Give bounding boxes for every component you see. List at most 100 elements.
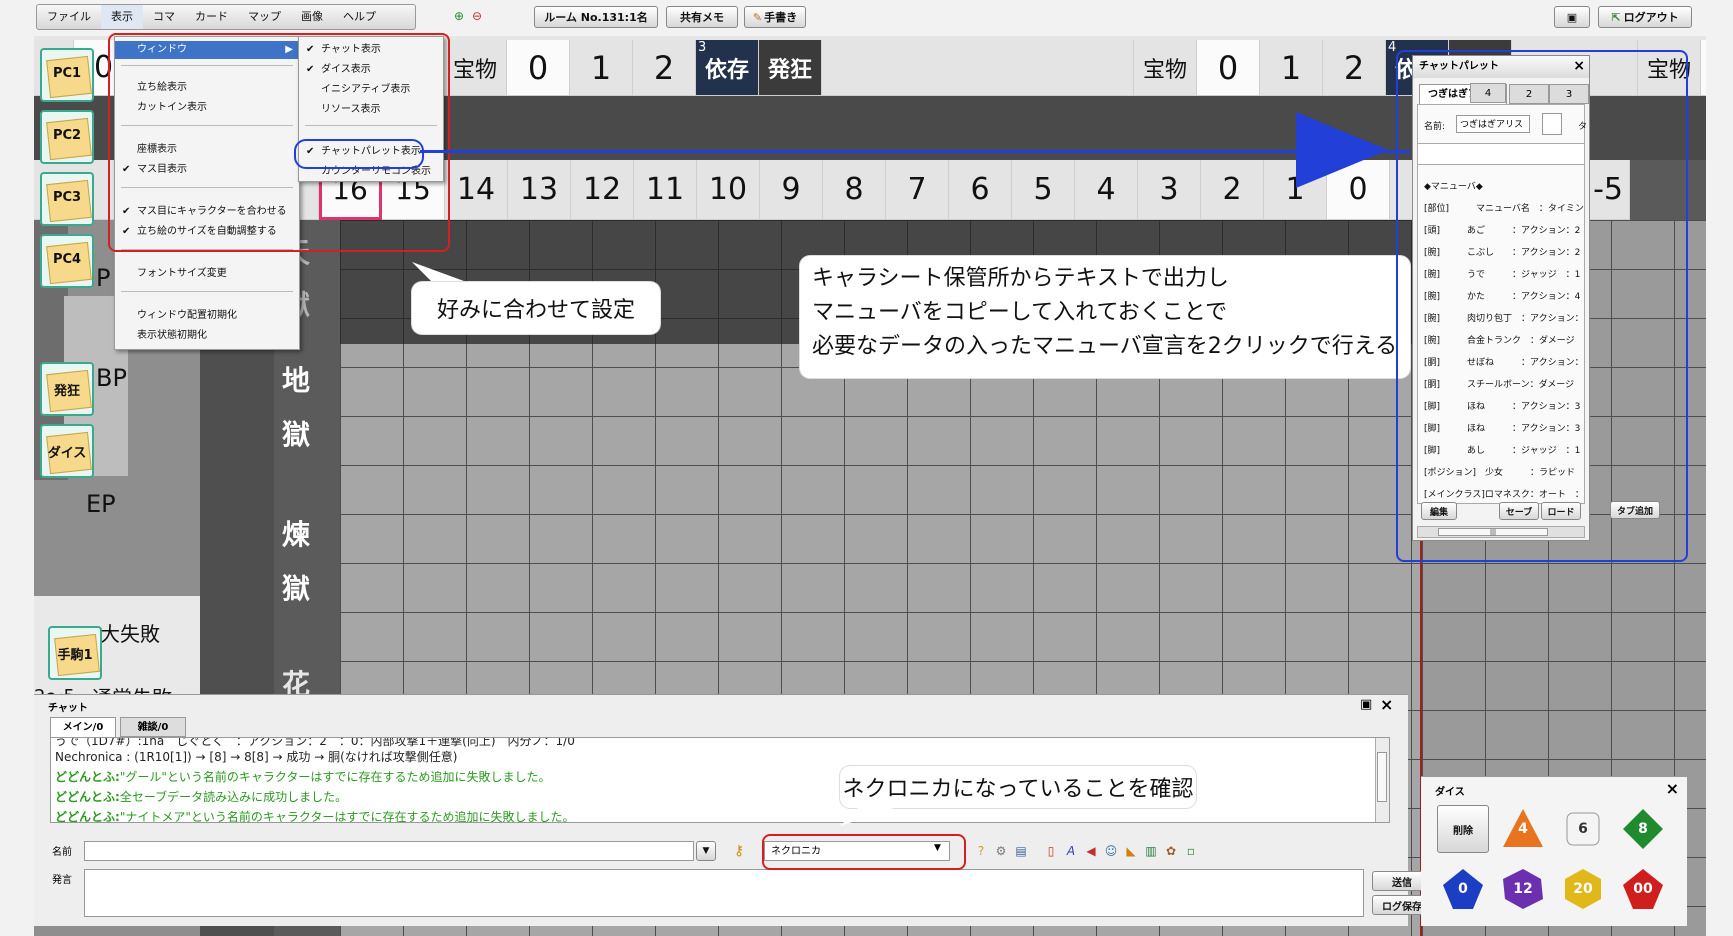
d20-icon[interactable]: 20 <box>1561 867 1605 911</box>
palette-addtab-button[interactable]: タブ追加 <box>1610 501 1660 519</box>
scroll-thumb[interactable]: ||| <box>1438 528 1548 536</box>
count-cell: 12 <box>571 160 634 220</box>
count-cell: 10 <box>697 160 760 220</box>
count-cell: 8 <box>823 160 886 220</box>
palette-edit-button[interactable]: 編集 <box>1421 502 1457 520</box>
count-cell: 4 <box>1075 160 1138 220</box>
menu-item-reset-view[interactable]: 表示状態初期化 <box>115 327 299 345</box>
piece-tegoma1[interactable]: 手駒1 <box>48 626 102 680</box>
gear-icon[interactable]: ⚙ <box>994 844 1008 858</box>
row-label-p: P <box>96 264 111 292</box>
menu-file[interactable]: ファイル <box>37 5 101 29</box>
shared-memo-button[interactable]: 共有メモ <box>666 6 738 28</box>
treasure-cell: 宝物 <box>444 40 507 96</box>
menu-item-font-size[interactable]: フォントサイズ変更 <box>115 265 299 283</box>
chat-tab-main[interactable]: メイン/0 <box>50 717 116 737</box>
chat-scroll-thumb[interactable] <box>1377 752 1387 802</box>
camera-button[interactable]: ▣ <box>1554 6 1590 28</box>
chat-name-dropdown-button[interactable]: ▼ <box>696 841 716 861</box>
palette-name-suffix: タ <box>1578 122 1588 132</box>
speaker-icon[interactable]: ◀ <box>1084 844 1098 858</box>
palette-h-scrollbar[interactable]: ||| <box>1417 526 1585 538</box>
menu-view[interactable]: 表示 <box>101 5 143 29</box>
palette-load-button[interactable]: ロード <box>1541 502 1581 520</box>
palette-tab-4[interactable]: 4 <box>1470 83 1506 103</box>
chat-name-input[interactable] <box>84 841 694 861</box>
palette-line[interactable]: [脚] あし ：ジャッジ ：1 ：0 <box>1424 443 1584 456</box>
export-icon[interactable]: ▫ <box>1184 844 1198 858</box>
palette-line[interactable]: [メインクラス]ロマネスク：オート ：なし ：自 <box>1424 487 1584 500</box>
piece-pc3[interactable]: PC3 <box>40 172 94 226</box>
d12-icon[interactable]: 12 <box>1501 867 1545 911</box>
key-icon[interactable]: ⚷ <box>734 843 744 859</box>
piece-pc2[interactable]: PC2 <box>40 110 94 164</box>
menu-item-reset-window[interactable]: ウィンドウ配置初期化 <box>115 307 299 325</box>
palette-line[interactable]: [腕] 肉切り包丁 ：アクション：2 ：0 <box>1424 311 1584 324</box>
palette-input[interactable] <box>1418 143 1584 165</box>
zoom-out-icon[interactable]: ⊖ <box>470 9 484 23</box>
palette-close-icon[interactable]: × <box>1573 58 1585 74</box>
user-icon[interactable]: ☺ <box>1104 844 1118 858</box>
zoom-in-icon[interactable]: ⊕ <box>452 9 466 23</box>
piece-pc1[interactable]: PC1 <box>40 48 94 102</box>
menu-image[interactable]: 画像 <box>291 5 333 29</box>
chat-close-icon[interactable]: × <box>1380 695 1393 714</box>
dice-delete-button[interactable]: 削除 <box>1437 805 1489 853</box>
palette-save-button[interactable]: セーブ <box>1499 502 1539 520</box>
d4-icon[interactable]: 4 <box>1501 807 1545 851</box>
menu-help[interactable]: ヘルプ <box>333 5 386 29</box>
menu-piece[interactable]: コマ <box>143 5 185 29</box>
chat-scrollbar[interactable] <box>1375 738 1389 822</box>
document-icon[interactable]: ▯ <box>1044 844 1058 858</box>
chat-message-input[interactable] <box>84 869 1364 917</box>
handwrite-button[interactable]: ✎ 手書き <box>744 6 806 28</box>
row-label-ep: EP <box>86 490 116 518</box>
font-icon[interactable]: A <box>1064 844 1078 858</box>
palette-tab-2[interactable]: 2 <box>1509 84 1549 104</box>
number-cell: 2 <box>1323 40 1386 96</box>
d100-icon[interactable]: 00 <box>1621 867 1665 911</box>
piece-hakkyo[interactable]: 発狂 <box>40 362 94 416</box>
palette-line[interactable]: [部位] マニューバ名 ：タイミング：コスト：射 <box>1424 201 1584 214</box>
palette-list[interactable]: ◆マニューバ◆ [部位] マニューバ名 ：タイミング：コスト：射 [頭] あご … <box>1418 171 1584 501</box>
piece-dice[interactable]: ダイス <box>40 424 94 478</box>
palette-line[interactable]: [脚] ほね ：アクション：3 ：自身 <box>1424 421 1584 434</box>
camera-icon: ▣ <box>1566 10 1578 24</box>
film-icon[interactable]: ▥ <box>1144 844 1158 858</box>
piece-pc4[interactable]: PC4 <box>40 234 94 288</box>
zoom-icons[interactable]: ⊕ ⊖ <box>450 5 490 27</box>
room-button[interactable]: ルーム No.131:1名 <box>534 6 658 28</box>
number-cell: 1 <box>570 40 633 96</box>
chat-title: チャット <box>48 703 88 714</box>
palette-line[interactable]: [腕] こぶし ：アクション：2 ：0 <box>1424 245 1584 258</box>
palette-line[interactable]: [腕] 合金トランク ：ダメージ ：0 ：自 <box>1424 333 1584 346</box>
paint-icon[interactable]: ✿ <box>1164 844 1178 858</box>
d8-icon[interactable]: 8 <box>1621 807 1665 851</box>
palette-line[interactable]: [ポジション] 少女 ：ラピッド ：0 ：0 <box>1424 465 1584 478</box>
menu-map[interactable]: マップ <box>238 5 291 29</box>
d10-icon[interactable]: 0 <box>1441 867 1485 911</box>
palette-line[interactable]: [胴] せぼね ：アクション：1 ：自 <box>1424 355 1584 368</box>
help-icon[interactable]: ? <box>974 844 988 858</box>
chat-tab-chatter[interactable]: 雑談/0 <box>120 717 186 737</box>
book-icon[interactable]: ▤ <box>1014 844 1028 858</box>
kanji-goku3: 獄 <box>282 572 311 605</box>
menu-card[interactable]: カード <box>185 5 238 29</box>
palette-line[interactable]: [腕] かた ：アクション：4 ：自身 <box>1424 289 1584 302</box>
palette-name-input[interactable]: つぎはぎアリス <box>1456 115 1530 133</box>
megaphone-icon[interactable]: ◣ <box>1124 844 1138 858</box>
number-cell: 2 <box>633 40 696 96</box>
palette-line[interactable]: [腕] うで ：ジャッジ ：1 ：0 <box>1424 267 1584 280</box>
d6-icon[interactable]: 6 <box>1561 807 1605 851</box>
palette-line[interactable]: ◆マニューバ◆ <box>1424 179 1483 192</box>
count-cell: 9 <box>760 160 823 220</box>
palette-tab-3[interactable]: 3 <box>1549 84 1589 104</box>
logout-button[interactable]: ⇱ ログアウト <box>1598 6 1692 28</box>
palette-color-box[interactable] <box>1542 113 1562 135</box>
palette-line[interactable]: [脚] ほね ：アクション：3 ：自身 <box>1424 399 1584 412</box>
count-cell: 14 <box>445 160 508 220</box>
palette-line[interactable]: [胴] スチールボーン：ダメージ ：1 ： <box>1424 377 1584 390</box>
palette-line[interactable]: [頭] あご ：アクション：2 ：0 <box>1424 223 1584 236</box>
chat-minimize-icon[interactable]: ▣ <box>1360 697 1372 712</box>
dice-close-icon[interactable]: × <box>1666 779 1679 798</box>
